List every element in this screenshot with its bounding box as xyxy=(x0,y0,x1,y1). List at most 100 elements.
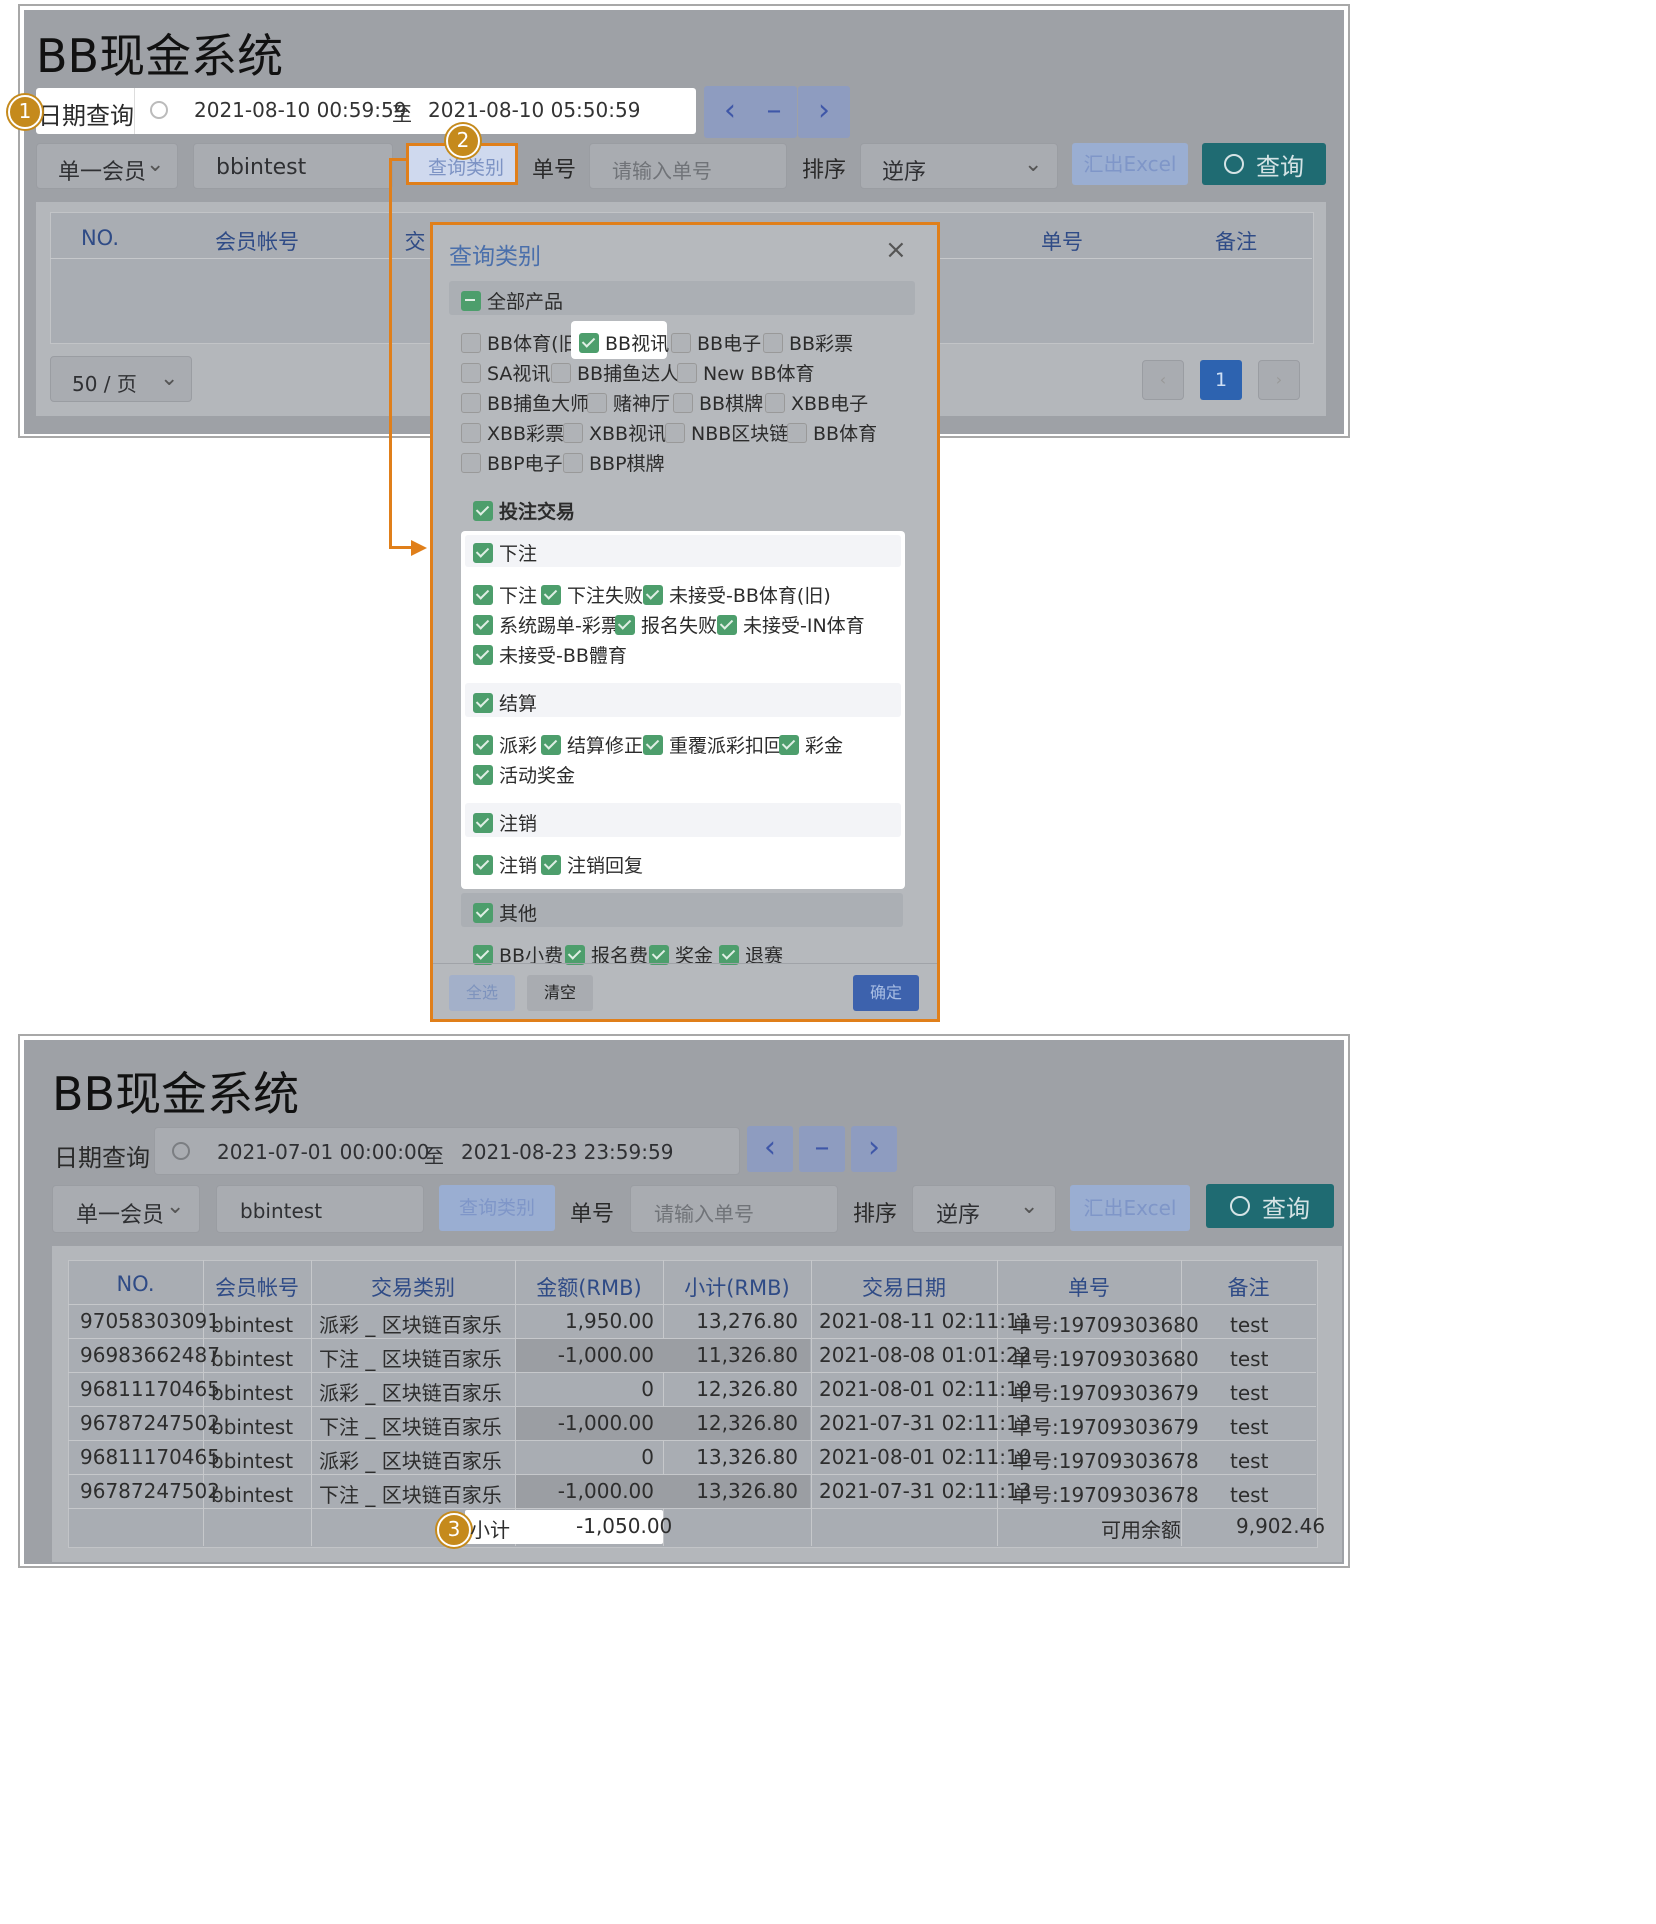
top-col-remark: 备注 xyxy=(1215,230,1257,254)
group-other-checkbox[interactable]: 其他 xyxy=(473,899,537,926)
product-option[interactable]: New BB体育 xyxy=(677,359,815,386)
product-option[interactable]: XBB电子 xyxy=(765,389,868,416)
cell-order-no: 单号:19709303680 xyxy=(1012,1313,1199,1337)
option-label: BB体育 xyxy=(813,423,878,445)
product-option[interactable]: 赌神厅 xyxy=(587,389,670,416)
settle-option[interactable]: 彩金 xyxy=(779,731,843,758)
confirm-button[interactable]: 确定 xyxy=(853,975,919,1011)
cell-type: 派彩 _ 区块链百家乐 xyxy=(319,1449,502,1473)
clear-button[interactable]: 清空 xyxy=(527,975,593,1011)
bottom-app-title: BB现金系统 xyxy=(52,1067,300,1121)
cancel-option[interactable]: 注销回复 xyxy=(541,851,643,878)
top-col-account: 会员帐号 xyxy=(215,230,299,254)
bottom-query-type-button[interactable]: 查询类别 xyxy=(439,1185,555,1231)
bet-trade-checkbox[interactable]: 投注交易 xyxy=(473,497,575,524)
top-export-excel-button[interactable]: 汇出Excel xyxy=(1072,143,1188,185)
settle-option[interactable]: 派彩 xyxy=(473,731,537,758)
badge-3: 3 xyxy=(437,1513,471,1547)
cancel-option[interactable]: 注销 xyxy=(473,851,537,878)
product-option[interactable]: XBB彩票 xyxy=(461,419,564,446)
option-label: XBB彩票 xyxy=(487,423,565,445)
top-order-no-label: 单号 xyxy=(532,158,577,183)
bet-option[interactable]: 未接受-IN体育 xyxy=(717,611,865,638)
option-label: 派彩 xyxy=(499,735,538,757)
cell-order-no: 单号:19709303678 xyxy=(1012,1483,1199,1507)
top-reset-button[interactable]: – xyxy=(751,86,797,138)
cell-account: bbintest xyxy=(211,1483,294,1507)
product-option[interactable]: XBB视讯 xyxy=(563,419,666,446)
checkbox-checked-icon xyxy=(541,854,561,875)
chevron-down-icon: ⌄ xyxy=(1020,1194,1039,1219)
bottom-col-amount: 金额(RMB) xyxy=(536,1276,642,1300)
product-option[interactable]: BB体育 xyxy=(787,419,877,446)
cell-account: bbintest xyxy=(211,1415,294,1439)
query-type-dialog: 查询类别 × 全部产品 BB体育(旧) BB视讯 BB电子 BB彩票 SA视讯 … xyxy=(430,222,940,1022)
top-prev-button[interactable]: ‹ xyxy=(704,86,756,138)
top-order-no-placeholder: 请输入单号 xyxy=(612,159,712,183)
checkbox-icon xyxy=(461,422,481,443)
cell-account: bbintest xyxy=(211,1449,294,1473)
product-option[interactable]: BB捕鱼达人 xyxy=(551,359,679,386)
bet-option[interactable]: 系统踢单-彩票 xyxy=(473,611,620,638)
product-option[interactable]: BB捕鱼大师 xyxy=(461,389,589,416)
bottom-next-button[interactable]: › xyxy=(851,1126,897,1172)
cell-no: 96787247502 xyxy=(80,1411,220,1435)
product-option[interactable]: BB视讯 xyxy=(579,329,669,356)
checkbox-icon xyxy=(787,422,807,443)
close-icon[interactable]: × xyxy=(885,235,907,265)
bottom-order-no-label: 单号 xyxy=(570,1202,615,1227)
top-next-button[interactable]: › xyxy=(798,86,850,138)
all-products-label: 全部产品 xyxy=(487,291,564,313)
cell-date: 2021-08-01 02:11:10 xyxy=(819,1377,1032,1401)
group-label: 结算 xyxy=(499,693,538,715)
product-option[interactable]: BBP电子 xyxy=(461,449,563,476)
cell-date: 2021-07-31 02:11:13 xyxy=(819,1479,1032,1503)
product-option[interactable]: BB棋牌 xyxy=(673,389,763,416)
bottom-member-value: bbintest xyxy=(240,1199,323,1223)
product-option[interactable]: BBP棋牌 xyxy=(563,449,665,476)
bet-option[interactable]: 下注 xyxy=(473,581,537,608)
cell-type: 派彩 _ 区块链百家乐 xyxy=(319,1313,502,1337)
settle-option[interactable]: 活动奖金 xyxy=(473,761,575,788)
group-bet-checkbox[interactable]: 下注 xyxy=(473,539,537,566)
bet-option[interactable]: 报名失败 xyxy=(615,611,717,638)
bottom-prev-button[interactable]: ‹ xyxy=(747,1126,793,1172)
select-all-button[interactable]: 全选 xyxy=(449,975,515,1011)
product-option[interactable]: BB彩票 xyxy=(763,329,853,356)
top-query-button[interactable]: 查询 xyxy=(1202,143,1326,185)
arrow-right-icon xyxy=(411,540,427,556)
cell-order-no: 单号:19709303680 xyxy=(1012,1347,1199,1371)
bottom-export-excel-button[interactable]: 汇出Excel xyxy=(1070,1185,1190,1231)
settle-option[interactable]: 重覆派彩扣回 xyxy=(643,731,783,758)
all-products-checkbox[interactable]: 全部产品 xyxy=(461,287,563,314)
product-option[interactable]: BB体育(旧) xyxy=(461,329,585,356)
top-page-current[interactable]: 1 xyxy=(1200,360,1242,400)
balance-label: 可用余额 xyxy=(1101,1518,1181,1542)
bet-trade-label: 投注交易 xyxy=(499,501,576,523)
checkbox-icon xyxy=(461,452,481,473)
product-option[interactable]: NBB区块链 xyxy=(665,419,788,446)
top-page-next-button[interactable]: › xyxy=(1258,360,1300,400)
settle-option[interactable]: 结算修正 xyxy=(541,731,643,758)
bet-option[interactable]: 下注失败 xyxy=(541,581,643,608)
group-settle-checkbox[interactable]: 结算 xyxy=(473,689,537,716)
bottom-member-select-label: 单一会员 xyxy=(76,1203,165,1228)
table-row: 96787247502 bbintest 下注 _ 区块链百家乐 -1,000.… xyxy=(68,1407,1316,1441)
bottom-reset-button[interactable]: – xyxy=(799,1126,845,1172)
chevron-down-icon: ⌄ xyxy=(166,1194,185,1219)
product-option[interactable]: SA视讯 xyxy=(461,359,550,386)
checkbox-checked-icon xyxy=(719,944,739,965)
top-date-start: 2021-08-10 00:59:59 xyxy=(194,98,407,122)
checkbox-checked-icon xyxy=(579,332,599,353)
bet-option[interactable]: 未接受-BB體育 xyxy=(473,641,627,668)
checkbox-checked-icon xyxy=(565,944,585,965)
bottom-query-button[interactable]: 查询 xyxy=(1206,1184,1334,1228)
checkbox-checked-icon xyxy=(473,692,493,713)
option-label: BB捕鱼达人 xyxy=(577,363,680,385)
top-page-prev-button[interactable]: ‹ xyxy=(1142,360,1184,400)
bet-option[interactable]: 未接受-BB体育(旧) xyxy=(643,581,831,608)
top-member-select-label: 单一会员 xyxy=(58,160,147,185)
group-cancel-checkbox[interactable]: 注销 xyxy=(473,809,537,836)
product-option[interactable]: BB电子 xyxy=(671,329,761,356)
checkbox-icon xyxy=(461,362,481,383)
